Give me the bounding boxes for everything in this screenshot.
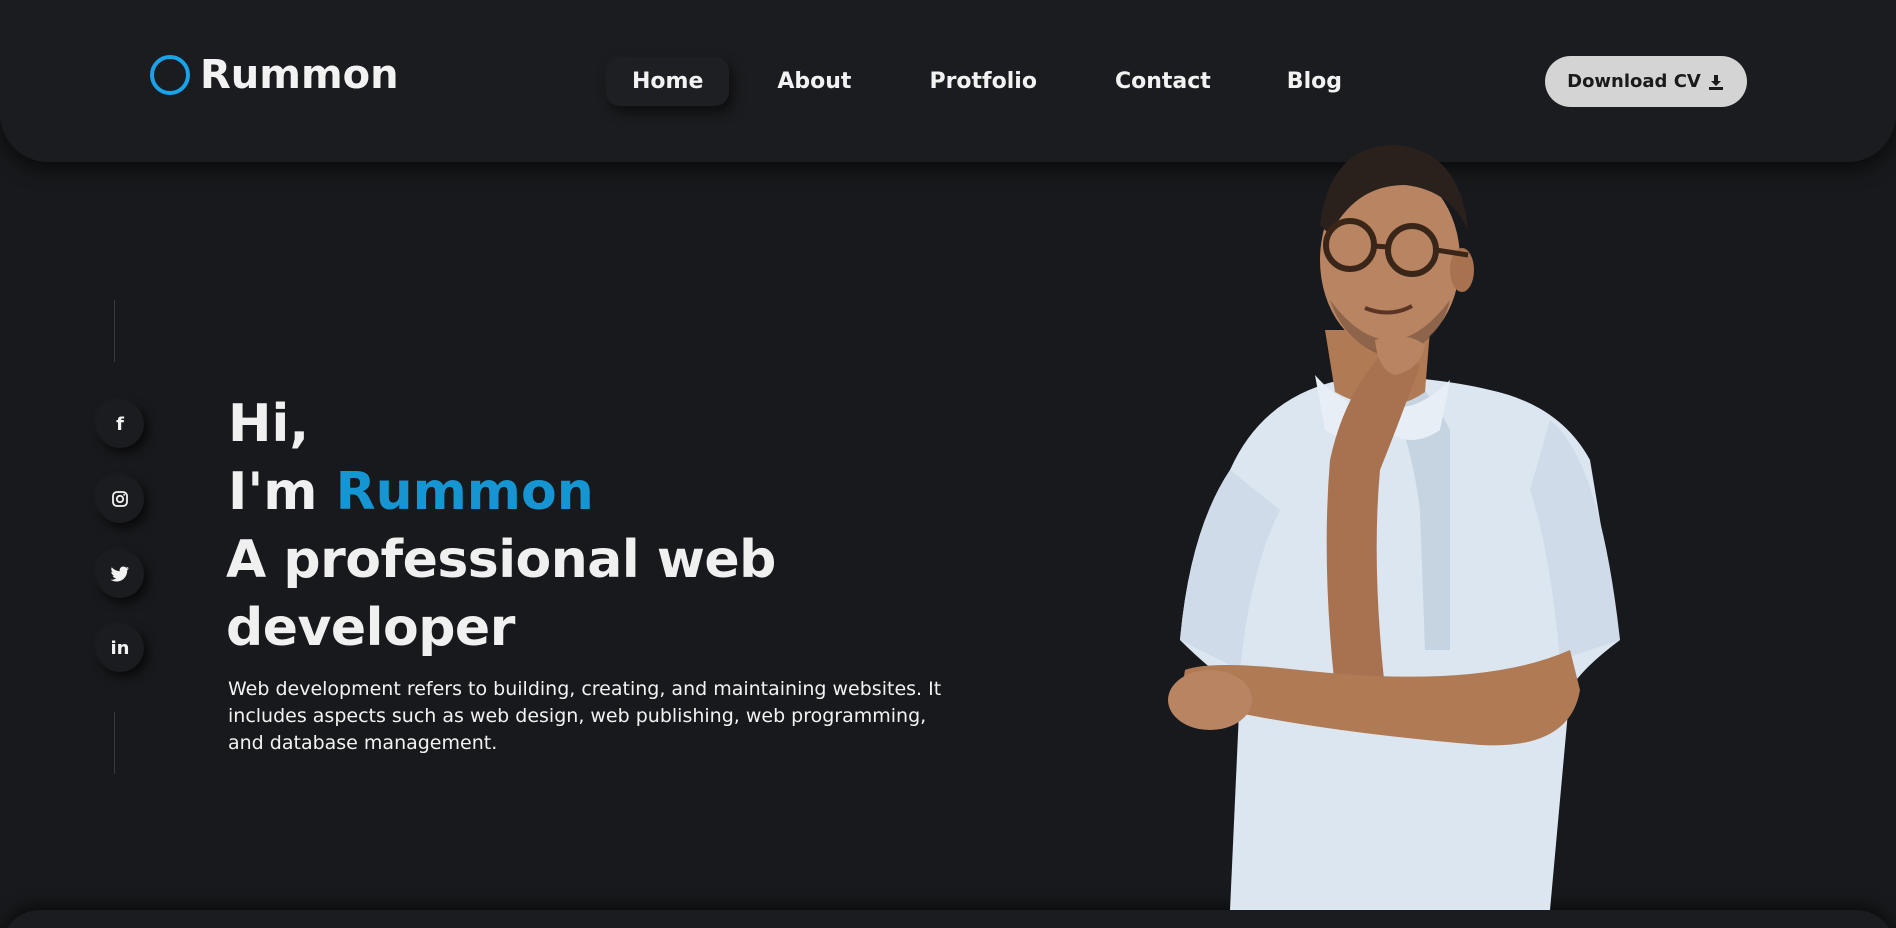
linkedin-icon: in [110, 637, 130, 659]
hero-description: Web development refers to building, crea… [228, 678, 942, 754]
nav-item-blog[interactable]: Blog [1261, 57, 1368, 106]
twitter-icon [110, 566, 129, 582]
nav-item-portfolio[interactable]: Protfolio [903, 57, 1063, 106]
linkedin-link[interactable]: in [96, 624, 144, 672]
logo-ring-icon [150, 55, 190, 95]
instagram-icon [112, 491, 128, 507]
social-divider-top [114, 300, 115, 362]
hero-greeting: Hi, [228, 394, 310, 454]
twitter-link[interactable] [96, 550, 144, 598]
facebook-link[interactable]: f [96, 400, 144, 448]
portrait-image [1168, 145, 1620, 910]
nav-item-contact[interactable]: Contact [1089, 57, 1237, 106]
page: Rummon Home About Protfolio Contact Blog… [0, 0, 1896, 928]
facebook-icon: f [116, 413, 124, 435]
main-nav: Home About Protfolio Contact Blog [606, 57, 1390, 106]
instagram-link[interactable] [96, 475, 144, 523]
nav-item-about[interactable]: About [751, 57, 877, 106]
hero-name: Rummon [335, 462, 594, 522]
hero-intro-line: I'm Rummon [228, 458, 988, 526]
download-cv-button[interactable]: Download CV [1545, 56, 1747, 107]
download-icon [1708, 74, 1723, 90]
download-cv-label: Download CV [1567, 71, 1701, 92]
brand-name: Rummon [200, 52, 399, 98]
nav-item-home[interactable]: Home [606, 57, 730, 106]
hero-intro-prefix: I'm [228, 462, 336, 522]
brand-logo[interactable]: Rummon [150, 52, 399, 98]
hero-role: A professional web developer [226, 530, 776, 658]
next-section-panel [0, 910, 1896, 928]
social-divider-bottom [114, 712, 115, 774]
hero-intro: Hi, I'm Rummon A professional web develo… [226, 390, 988, 776]
